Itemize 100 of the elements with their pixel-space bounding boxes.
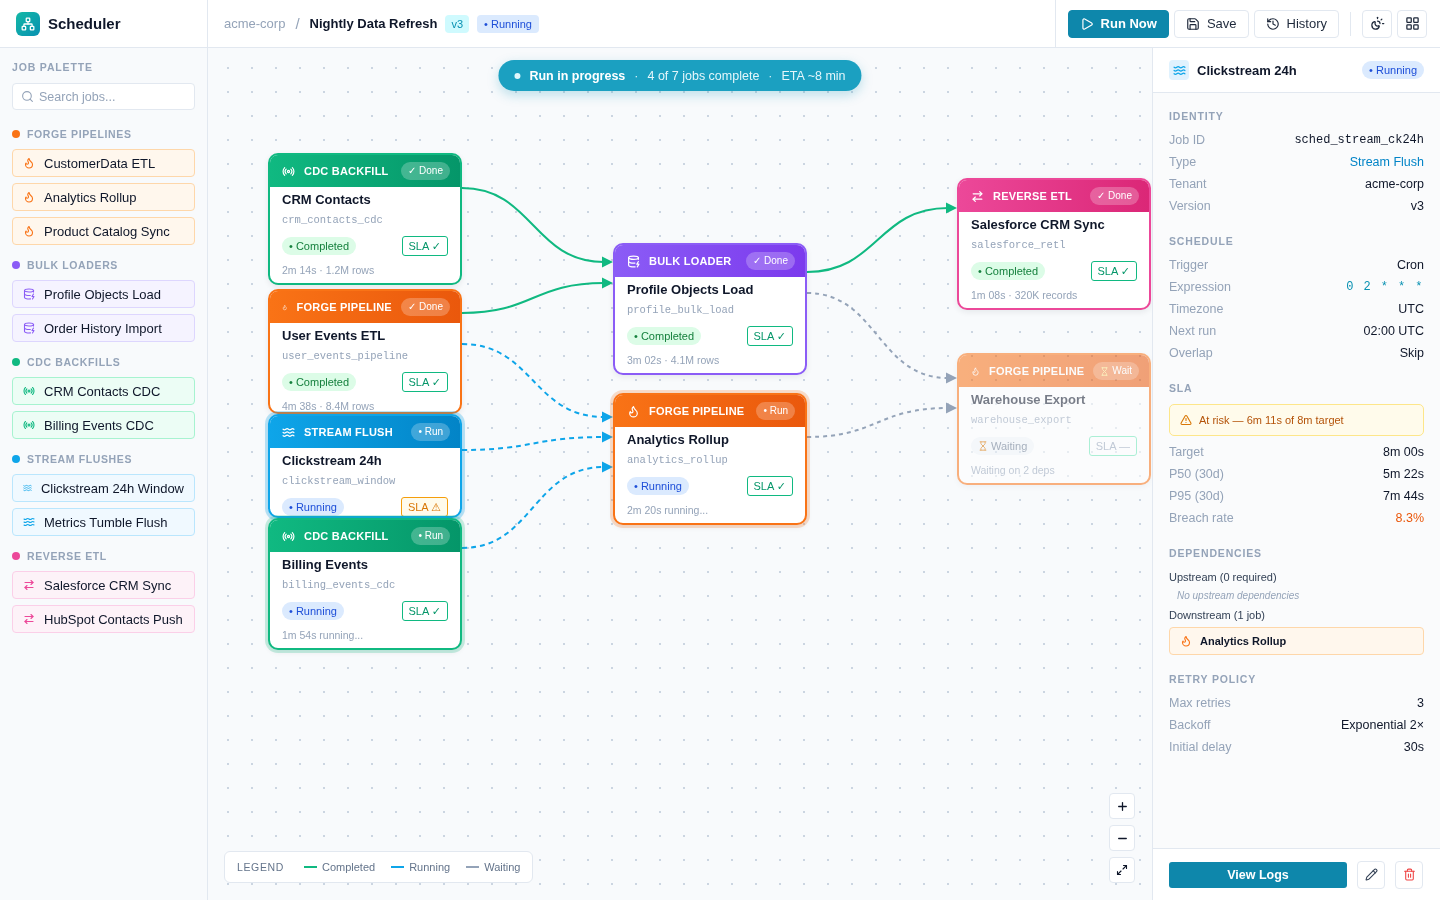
history-button[interactable]: History xyxy=(1253,9,1339,38)
hourglass-icon xyxy=(1100,366,1110,376)
sla-tag: SLA ⚠ xyxy=(400,497,448,516)
play-icon xyxy=(1079,16,1094,31)
palette-item[interactable]: Analytics Rollup xyxy=(12,183,195,211)
node-meta: 4m 38s · 8.4M rows xyxy=(282,399,376,412)
node-status-badge: ✓ Done xyxy=(400,298,450,316)
app-title: Scheduler xyxy=(48,15,121,32)
job-node[interactable]: FORGE PIPELINE Wait Warehouse Export warehouse_export Waiting SLA — Waiting on 2 deps xyxy=(957,353,1151,485)
flame-icon xyxy=(1180,635,1192,647)
palette-item[interactable]: CRM Contacts CDC xyxy=(12,377,195,405)
node-meta: 3m 02s · 4.1M rows xyxy=(627,353,721,367)
legend-label: Running xyxy=(409,861,451,873)
sun-moon-icon xyxy=(1369,16,1385,31)
palette-item[interactable]: Profile Objects Load xyxy=(12,280,195,308)
palette-item[interactable]: Billing Events CDC xyxy=(12,411,195,439)
job-node[interactable]: CDC BACKFILL ✓ Done CRM Contacts crm_contacts_cdc • Completed SLA ✓ 2m 14s · 1.2M rows xyxy=(268,153,462,285)
field-label: Next run xyxy=(1169,324,1217,338)
fit-view-button[interactable] xyxy=(1109,857,1135,883)
edit-button[interactable] xyxy=(1357,860,1385,889)
database-icon xyxy=(23,288,35,300)
field-label: Overlap xyxy=(1169,346,1213,360)
job-node[interactable]: CDC BACKFILL • Run Billing Events billing_events_cdc • Running SLA ✓ 1m 54s running... xyxy=(268,518,462,650)
field-label: Timezone xyxy=(1169,302,1224,316)
status-pill: • Completed xyxy=(282,237,357,255)
pipeline-title: Nightly Data Refresh xyxy=(309,16,438,31)
waves-icon xyxy=(23,516,35,528)
field-value: 8.3% xyxy=(1395,511,1424,525)
node-title: CRM Contacts xyxy=(282,191,372,209)
field-value: UTC xyxy=(1398,302,1424,316)
line-swatch-icon xyxy=(391,866,405,868)
field-value: 8m 00s xyxy=(1383,445,1424,459)
broadcast-icon xyxy=(282,529,295,543)
empty-state-text: No upstream dependencies xyxy=(1176,589,1301,603)
node-title: Clickstream 24h xyxy=(282,452,383,470)
view-logs-button[interactable]: View Logs xyxy=(1169,861,1347,888)
job-node[interactable]: REVERSE ETL ✓ Done Salesforce CRM Sync salesforce_retl • Completed SLA ✓ 1m 08s · 320K records xyxy=(957,178,1151,310)
sla-tag: SLA — xyxy=(1088,436,1137,456)
node-status-badge: • Run xyxy=(411,527,450,545)
sla-tag: SLA ✓ xyxy=(746,476,793,496)
node-status-badge: ✓ Done xyxy=(400,162,450,180)
node-title: Billing Events xyxy=(282,556,369,574)
node-slug: crm_contacts_cdc xyxy=(282,213,384,228)
palette-item[interactable]: Product Catalog Sync xyxy=(12,217,195,245)
dependency-item[interactable]: Analytics Rollup xyxy=(1169,627,1424,655)
theme-button[interactable] xyxy=(1362,9,1392,38)
status-pill: • Completed xyxy=(627,327,702,345)
status-pill: • Running xyxy=(282,498,344,516)
banner-separator: · xyxy=(634,68,639,83)
field-value: v3 xyxy=(1410,199,1424,213)
node-slug: billing_events_cdc xyxy=(282,578,397,593)
node-meta: Waiting on 2 deps xyxy=(971,463,1056,477)
node-slug: analytics_rollup xyxy=(627,453,729,468)
palette-item[interactable]: Salesforce CRM Sync xyxy=(12,571,195,599)
flame-icon xyxy=(627,404,640,418)
sla-tag: SLA ✓ xyxy=(746,326,793,346)
broadcast-icon xyxy=(23,419,35,431)
node-slug: profile_bulk_load xyxy=(627,303,736,318)
node-title: User Events ETL xyxy=(282,327,387,345)
waves-icon xyxy=(23,482,32,494)
palette-item[interactable]: Metrics Tumble Flush xyxy=(12,508,195,536)
field-value: Cron xyxy=(1396,258,1424,272)
sla-tag: SLA ✓ xyxy=(401,372,448,392)
palette-item[interactable]: CustomerData ETL xyxy=(12,149,195,177)
node-title: Analytics Rollup xyxy=(627,431,730,449)
category-dot-icon xyxy=(12,261,20,269)
zoom-in-button[interactable] xyxy=(1109,793,1135,819)
run-now-button[interactable]: Run Now xyxy=(1067,9,1169,38)
field-value: Skip xyxy=(1399,346,1424,360)
job-node[interactable]: STREAM FLUSH • Run Clickstream 24h clickstream_window • Running SLA ⚠ xyxy=(268,414,462,518)
network-logo-icon xyxy=(16,11,40,36)
line-swatch-icon xyxy=(466,866,480,868)
alert-text: At risk — 6m 11s of 8m target xyxy=(1199,414,1344,426)
palette-item[interactable]: Clickstream 24h Window xyxy=(12,474,195,502)
delete-button[interactable] xyxy=(1395,860,1423,889)
group-title: BULK LOADERS xyxy=(27,258,118,272)
dependency-label: Downstream (1 job) xyxy=(1169,608,1266,622)
job-node[interactable]: FORGE PIPELINE ✓ Done User Events ETL user_events_pipeline • Completed SLA ✓ 4m 38s · 8.4M rows xyxy=(268,289,462,414)
section-title: IDENTITY xyxy=(1169,109,1225,123)
field-label: Target xyxy=(1169,445,1204,459)
swap-arrows-icon xyxy=(23,579,35,591)
node-type-label: CDC BACKFILL xyxy=(304,165,390,177)
category-dot-icon xyxy=(12,455,20,463)
palette-item[interactable]: HubSpot Contacts Push xyxy=(12,605,195,633)
palette-item[interactable]: Order History Import xyxy=(12,314,195,342)
node-status-badge: ✓ Done xyxy=(1089,187,1139,205)
job-node[interactable]: BULK LOADER ✓ Done Profile Objects Load profile_bulk_load • Completed SLA ✓ 3m 02s · 4.1M rows xyxy=(613,243,807,375)
node-meta: 2m 20s running... xyxy=(627,503,710,517)
legend-label: Completed xyxy=(321,861,376,873)
search-field[interactable]: Search jobs... xyxy=(12,83,195,110)
sla-tag: SLA ✓ xyxy=(401,601,448,621)
layout-button[interactable] xyxy=(1397,9,1427,38)
flame-icon xyxy=(971,364,980,378)
legend-title: LEGEND xyxy=(237,861,284,873)
save-button[interactable]: Save xyxy=(1173,9,1249,38)
field-value: 0 2 * * * xyxy=(1346,280,1424,294)
node-status-badge: ✓ Done xyxy=(745,252,795,270)
job-node[interactable]: FORGE PIPELINE • Run Analytics Rollup analytics_rollup • Running SLA ✓ 2m 20s running... xyxy=(613,393,807,525)
plus-icon xyxy=(1115,799,1129,813)
group-title: CDC BACKFILLS xyxy=(27,355,121,369)
